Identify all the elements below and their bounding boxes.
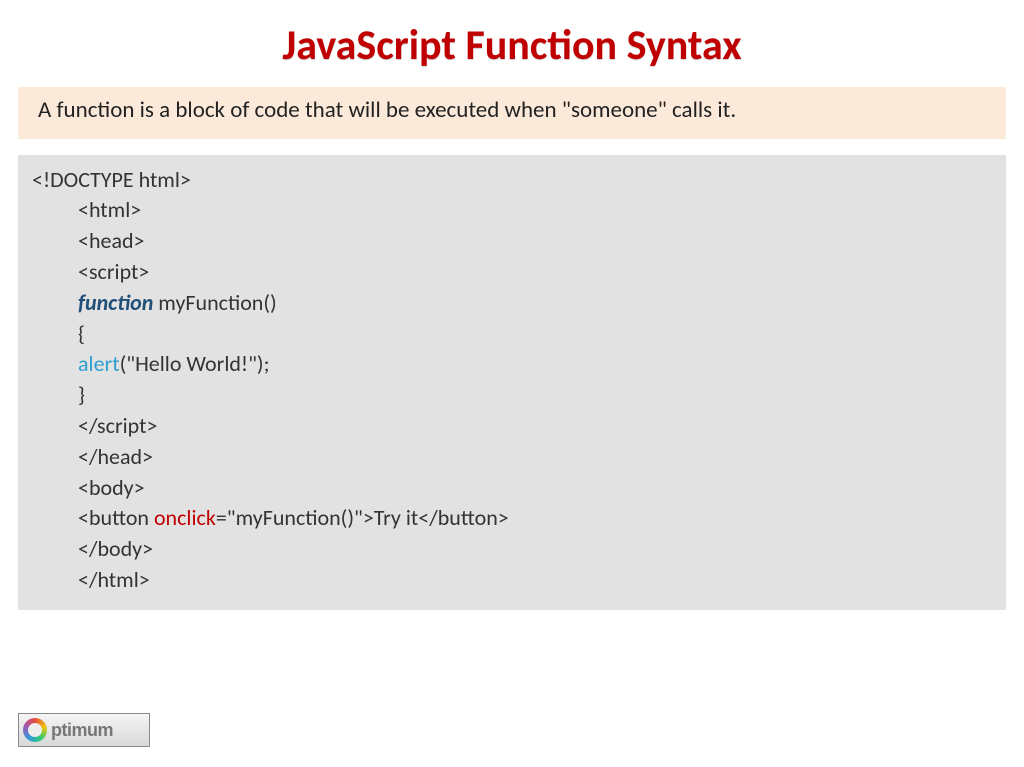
code-line: function myFunction()	[32, 288, 992, 319]
code-text: ("Hello World!");	[120, 350, 270, 377]
code-text: ="myFunction()">Try it</button>	[216, 504, 509, 531]
code-line: <body>	[32, 473, 992, 504]
code-line: </html>	[32, 565, 992, 596]
code-line: </script>	[32, 411, 992, 442]
title-heading: JavaScript Function Syntax	[0, 20, 1024, 71]
code-line: alert("Hello World!");	[32, 349, 992, 380]
code-line: <button onclick="myFunction()">Try it</b…	[32, 503, 992, 534]
intro-text: A function is a block of code that will …	[32, 97, 992, 125]
code-box: <!DOCTYPE html> <html> <head> <script> f…	[18, 155, 1006, 610]
logo-ring-icon	[23, 718, 47, 742]
code-line: <html>	[32, 195, 992, 226]
slide-title: JavaScript Function Syntax	[0, 0, 1024, 81]
logo-optimum: ptimum	[18, 713, 150, 747]
code-line: }	[32, 380, 992, 411]
keyword-alert: alert	[78, 350, 120, 377]
logo-text: ptimum	[51, 720, 113, 741]
code-line: </head>	[32, 442, 992, 473]
code-text: <button	[78, 504, 154, 531]
code-text: myFunction()	[153, 289, 276, 316]
intro-box: A function is a block of code that will …	[18, 87, 1006, 139]
code-line: <script>	[32, 257, 992, 288]
code-line: </body>	[32, 534, 992, 565]
keyword-onclick: onclick	[154, 504, 216, 531]
keyword-function: function	[78, 289, 153, 316]
code-line: {	[32, 319, 992, 350]
code-line: <!DOCTYPE html>	[32, 165, 992, 196]
code-line: <head>	[32, 226, 992, 257]
